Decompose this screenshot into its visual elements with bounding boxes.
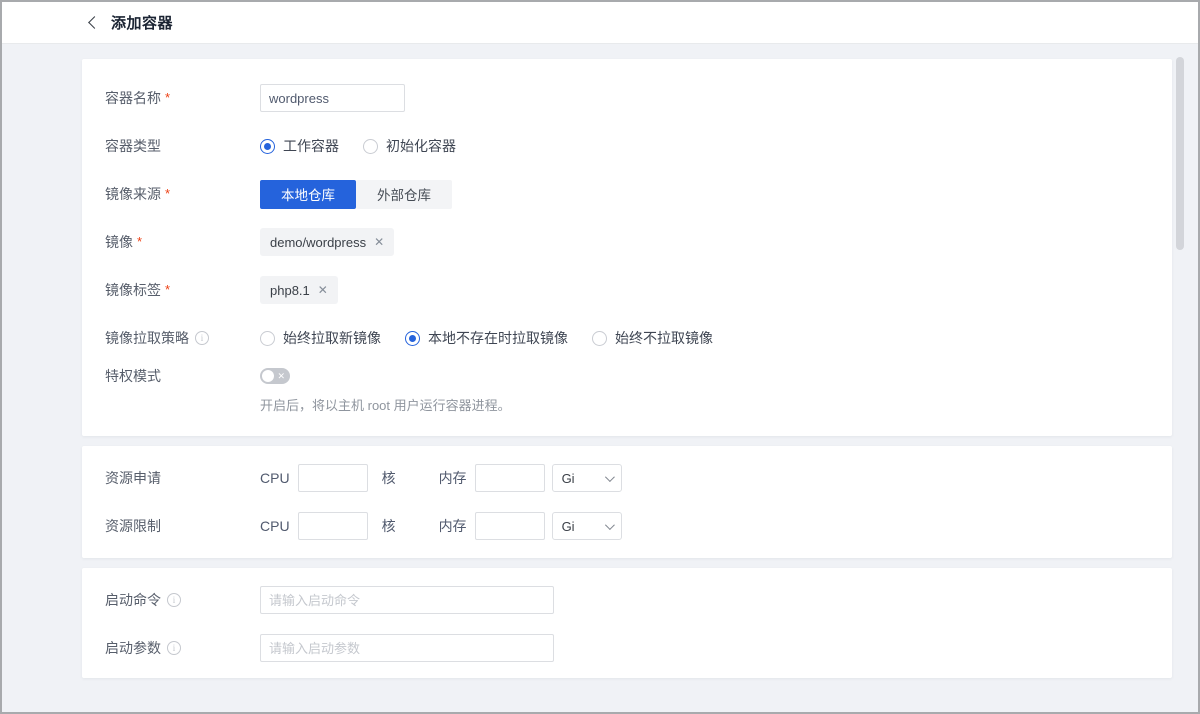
chevron-down-icon (605, 472, 615, 482)
image-tag-chip: php8.1 ✕ (260, 276, 338, 304)
chevron-left-icon (88, 16, 101, 29)
field-label-container-name: 容器名称 * (105, 84, 260, 112)
privileged-help-text: 开启后，将以主机 root 用户运行容器进程。 (260, 395, 511, 414)
form-row-privileged: 特权模式 ✕ 开启后，将以主机 root 用户运行容器进程。 (82, 362, 1172, 414)
cpu-label: CPU (260, 518, 290, 534)
field-label-image: 镜像 * (105, 228, 260, 256)
form-content: 容器名称 * 容器类型 工作容器 初始化容器 (2, 44, 1198, 678)
remove-icon[interactable]: ✕ (318, 284, 328, 296)
memory-limit-input[interactable] (475, 512, 545, 540)
memory-limit-unit-select[interactable]: Gi (552, 512, 622, 540)
select-value: Gi (562, 471, 575, 486)
chevron-down-icon (605, 520, 615, 530)
radio-label: 始终不拉取镜像 (615, 328, 713, 348)
label-text: 镜像 (105, 228, 133, 256)
field-label-start-args: 启动参数 i (105, 634, 260, 662)
image-chip: demo/wordpress ✕ (260, 228, 394, 256)
required-asterisk: * (165, 180, 170, 208)
card-resources: 资源申请 CPU 核 内存 Gi 资源限制 CPU 核 (82, 446, 1172, 558)
label-text: 镜像拉取策略 (105, 324, 189, 352)
radio-work-container[interactable]: 工作容器 (260, 136, 339, 156)
field-label-privileged: 特权模式 (105, 362, 260, 390)
field-label-pull-policy: 镜像拉取策略 i (105, 324, 260, 352)
info-icon: i (167, 593, 181, 607)
radio-init-container[interactable]: 初始化容器 (363, 136, 456, 156)
field-label-container-type: 容器类型 (105, 132, 260, 160)
radio-never-pull[interactable]: 始终不拉取镜像 (592, 328, 713, 348)
toggle-knob (262, 370, 274, 382)
form-row-image: 镜像 * demo/wordpress ✕ (82, 218, 1172, 266)
radio-pull-if-not-present[interactable]: 本地不存在时拉取镜像 (405, 328, 568, 348)
field-label-start-command: 启动命令 i (105, 586, 260, 614)
label-text: 资源申请 (105, 464, 161, 492)
memory-request-unit-select[interactable]: Gi (552, 464, 622, 492)
form-row-container-type: 容器类型 工作容器 初始化容器 (82, 122, 1172, 170)
cpu-label: CPU (260, 470, 290, 486)
field-label-image-tag: 镜像标签 * (105, 276, 260, 304)
chip-text: php8.1 (270, 283, 310, 298)
add-container-page: { "header": { "title": "添加容器" }, "symbol… (0, 0, 1200, 714)
form-row-pull-policy: 镜像拉取策略 i 始终拉取新镜像 本地不存在时拉取镜像 始终不拉取镜像 (82, 314, 1172, 362)
cpu-request-input[interactable] (298, 464, 368, 492)
remove-icon[interactable]: ✕ (374, 236, 384, 248)
form-row-image-source: 镜像来源 * 本地仓库 外部仓库 (82, 170, 1172, 218)
card-startup: 启动命令 i 启动参数 i (82, 568, 1172, 678)
form-row-start-args: 启动参数 i (82, 624, 1172, 672)
label-text: 启动参数 (105, 634, 161, 662)
label-text: 镜像标签 (105, 276, 161, 304)
required-asterisk: * (165, 276, 170, 304)
form-row-resource-request: 资源申请 CPU 核 内存 Gi (82, 454, 1172, 502)
cpu-limit-input[interactable] (298, 512, 368, 540)
required-asterisk: * (165, 84, 170, 112)
radio-selected-icon (260, 139, 275, 154)
scrollbar-thumb[interactable] (1176, 57, 1184, 250)
memory-label: 内存 (439, 516, 467, 536)
field-label-resource-limit: 资源限制 (105, 512, 260, 540)
memory-label: 内存 (439, 468, 467, 488)
radio-always-pull[interactable]: 始终拉取新镜像 (260, 328, 381, 348)
label-text: 容器类型 (105, 132, 161, 160)
label-text: 镜像来源 (105, 180, 161, 208)
label-text: 容器名称 (105, 84, 161, 112)
radio-label: 工作容器 (283, 136, 339, 156)
cpu-unit-label: 核 (382, 516, 396, 536)
label-text: 资源限制 (105, 512, 161, 540)
chip-text: demo/wordpress (270, 235, 366, 250)
radio-label: 本地不存在时拉取镜像 (428, 328, 568, 348)
memory-request-input[interactable] (475, 464, 545, 492)
info-icon: i (195, 331, 209, 345)
start-args-input[interactable] (260, 634, 554, 662)
radio-unselected-icon (260, 331, 275, 346)
form-row-image-tag: 镜像标签 * php8.1 ✕ (82, 266, 1172, 314)
info-icon: i (167, 641, 181, 655)
privileged-toggle[interactable]: ✕ (260, 368, 290, 384)
label-text: 启动命令 (105, 586, 161, 614)
page-title: 添加容器 (111, 12, 173, 33)
form-row-start-command: 启动命令 i (82, 576, 1172, 624)
required-asterisk: * (137, 228, 142, 256)
radio-unselected-icon (363, 139, 378, 154)
select-value: Gi (562, 519, 575, 534)
toggle-off-icon: ✕ (277, 369, 285, 383)
image-source-local-button[interactable]: 本地仓库 (260, 180, 356, 209)
radio-label: 初始化容器 (386, 136, 456, 156)
radio-selected-icon (405, 331, 420, 346)
image-source-external-button[interactable]: 外部仓库 (356, 180, 452, 209)
label-text: 特权模式 (105, 362, 161, 390)
field-label-resource-request: 资源申请 (105, 464, 260, 492)
start-command-input[interactable] (260, 586, 554, 614)
radio-label: 始终拉取新镜像 (283, 328, 381, 348)
field-label-image-source: 镜像来源 * (105, 180, 260, 208)
back-button[interactable] (90, 18, 99, 27)
card-basic-settings: 容器名称 * 容器类型 工作容器 初始化容器 (82, 59, 1172, 436)
page-header: 添加容器 (2, 2, 1198, 44)
form-row-resource-limit: 资源限制 CPU 核 内存 Gi (82, 502, 1172, 550)
container-name-input[interactable] (260, 84, 405, 112)
form-row-container-name: 容器名称 * (82, 74, 1172, 122)
cpu-unit-label: 核 (382, 468, 396, 488)
radio-unselected-icon (592, 331, 607, 346)
